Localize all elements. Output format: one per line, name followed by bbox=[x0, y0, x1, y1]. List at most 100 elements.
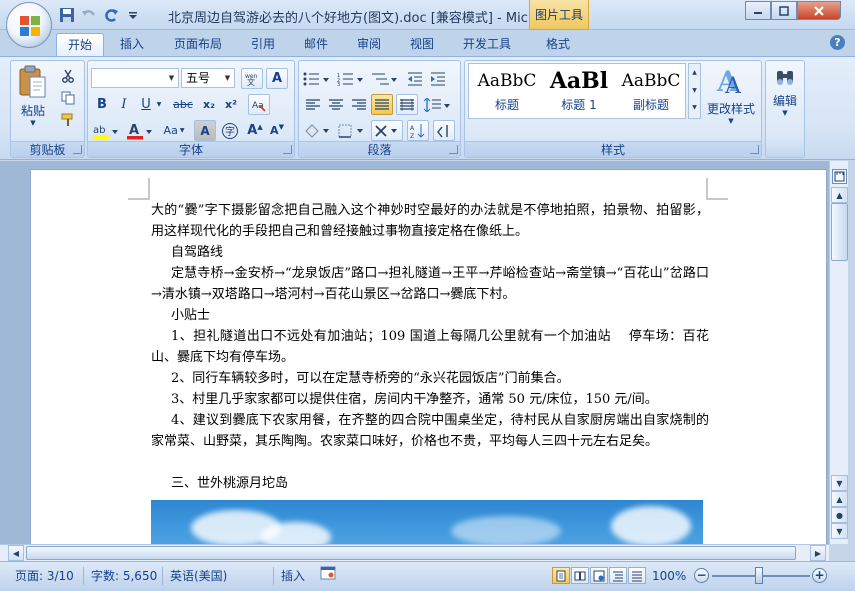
font-name-combo[interactable]: ▼ bbox=[91, 68, 179, 88]
zoom-level[interactable]: 100% bbox=[652, 566, 686, 586]
undo-icon[interactable] bbox=[80, 6, 98, 24]
style-subtitle[interactable]: AaBbC 副标题 bbox=[616, 66, 686, 116]
view-ruler-button[interactable] bbox=[832, 169, 847, 184]
format-painter-button[interactable] bbox=[57, 109, 79, 130]
scroll-down-button[interactable]: ▼ bbox=[831, 475, 848, 491]
font-size-combo[interactable]: 五号 ▼ bbox=[181, 68, 235, 88]
distributed-button[interactable] bbox=[396, 94, 418, 115]
chevron-up-icon[interactable]: ▲ bbox=[689, 64, 700, 82]
shading-button[interactable] bbox=[302, 120, 332, 141]
increase-indent-button[interactable] bbox=[427, 68, 449, 89]
underline-dropdown[interactable]: ▼ bbox=[154, 94, 164, 115]
font-color-button[interactable]: A bbox=[125, 120, 155, 141]
align-center-button[interactable] bbox=[325, 94, 347, 115]
print-layout-view-button[interactable] bbox=[552, 567, 570, 584]
zoom-in-button[interactable]: + bbox=[812, 568, 827, 583]
scroll-thumb[interactable] bbox=[831, 203, 848, 261]
text-highlight-button[interactable]: ab bbox=[91, 120, 121, 141]
shrink-font-button[interactable]: A ▼ bbox=[266, 120, 288, 141]
word-count[interactable]: 字数: 5,650 bbox=[91, 566, 157, 586]
cut-button[interactable] bbox=[57, 65, 79, 86]
more-styles-icon[interactable]: ▼ bbox=[689, 100, 700, 116]
bullets-button[interactable] bbox=[302, 68, 332, 89]
decrease-indent-button[interactable] bbox=[404, 68, 426, 89]
paste-button[interactable]: 粘贴 ▼ bbox=[15, 65, 51, 135]
enclose-characters-button[interactable]: 字 bbox=[219, 120, 241, 141]
sort-button[interactable]: AZ bbox=[407, 120, 429, 141]
styles-dialog-launcher[interactable] bbox=[750, 145, 759, 154]
zoom-out-button[interactable]: − bbox=[694, 568, 709, 583]
insert-mode-indicator[interactable]: 插入 bbox=[281, 566, 305, 586]
styles-gallery-scroll[interactable]: ▲ ▼ ▼ bbox=[688, 63, 701, 119]
horizontal-scrollbar[interactable]: ◀ ▶ bbox=[0, 544, 829, 561]
borders-button[interactable] bbox=[336, 120, 366, 141]
italic-button[interactable]: I bbox=[113, 94, 135, 115]
outline-view-button[interactable] bbox=[609, 567, 627, 584]
paragraph-dialog-launcher[interactable] bbox=[449, 145, 458, 154]
line-spacing-button[interactable] bbox=[423, 94, 453, 115]
tab-developer[interactable]: 开发工具 bbox=[455, 33, 519, 56]
office-button[interactable] bbox=[6, 2, 52, 48]
tab-review[interactable]: 审阅 bbox=[349, 33, 389, 56]
change-case-button[interactable]: Aa ▼ bbox=[159, 120, 189, 141]
multilevel-list-button[interactable] bbox=[370, 68, 400, 89]
scroll-left-button[interactable]: ◀ bbox=[8, 545, 24, 561]
tab-home[interactable]: 开始 bbox=[56, 33, 104, 56]
horizontal-scroll-thumb[interactable] bbox=[26, 546, 796, 560]
divider bbox=[162, 567, 163, 585]
save-icon[interactable] bbox=[58, 6, 76, 24]
maximize-button[interactable] bbox=[771, 1, 797, 20]
help-icon[interactable]: ? bbox=[830, 35, 845, 50]
phonetic-guide-button[interactable]: wen 文 bbox=[241, 68, 263, 89]
tab-insert[interactable]: 插入 bbox=[112, 33, 152, 56]
scroll-up-button[interactable]: ▲ bbox=[831, 187, 848, 203]
chevron-down-icon[interactable]: ▼ bbox=[689, 82, 700, 100]
style-heading[interactable]: AaBbC 标题 bbox=[472, 66, 542, 116]
font-dialog-launcher[interactable] bbox=[283, 145, 292, 154]
copy-button[interactable] bbox=[57, 87, 79, 108]
next-page-button[interactable]: ▼ bbox=[831, 523, 848, 539]
document-body[interactable]: 大的“爨”字下摄影留念把自己融入这个神妙时空最好的办法就是不停地拍照，拍景物、拍… bbox=[151, 200, 709, 494]
vertical-scrollbar[interactable]: ▲ ▼ ▲ ● ▼ bbox=[829, 161, 848, 544]
bold-button[interactable]: B bbox=[91, 94, 113, 115]
full-screen-reading-view-button[interactable] bbox=[571, 567, 589, 584]
change-styles-button[interactable]: AA 更改样式 ▼ bbox=[705, 65, 757, 125]
subscript-button[interactable]: x₂ bbox=[198, 94, 220, 115]
language-indicator[interactable]: 英语(美国) bbox=[170, 566, 227, 586]
clear-formatting-button[interactable]: Aa bbox=[248, 94, 270, 115]
tab-mailings[interactable]: 邮件 bbox=[296, 33, 336, 56]
tab-page-layout[interactable]: 页面布局 bbox=[166, 33, 230, 56]
customize-qat-icon[interactable] bbox=[124, 6, 142, 24]
style-heading-1[interactable]: AaBl 标题 1 bbox=[544, 66, 614, 116]
paste-dropdown-icon[interactable]: ▼ bbox=[15, 119, 51, 127]
close-button[interactable] bbox=[797, 1, 841, 20]
page-indicator[interactable]: 页面: 3/10 bbox=[15, 566, 74, 586]
document-page[interactable]: 大的“爨”字下摄影留念把自己融入这个神妙时空最好的办法就是不停地拍照，拍景物、拍… bbox=[30, 169, 827, 544]
editing-button[interactable]: 编辑 ▼ bbox=[768, 67, 802, 117]
asian-layout-button[interactable] bbox=[371, 120, 403, 141]
character-shading-button[interactable]: A bbox=[194, 120, 216, 141]
tab-view[interactable]: 视图 bbox=[402, 33, 442, 56]
grow-font-button[interactable]: A ▲ bbox=[244, 120, 266, 141]
select-browse-object-button[interactable]: ● bbox=[831, 507, 848, 523]
align-left-button[interactable] bbox=[302, 94, 324, 115]
superscript-button[interactable]: x² bbox=[220, 94, 242, 115]
minimize-button[interactable] bbox=[745, 1, 771, 20]
web-layout-view-button[interactable] bbox=[590, 567, 608, 584]
strikethrough-button[interactable]: abc bbox=[170, 94, 196, 115]
align-right-button[interactable] bbox=[348, 94, 370, 115]
numbering-button[interactable]: 123 bbox=[336, 68, 366, 89]
scroll-right-button[interactable]: ▶ bbox=[810, 545, 826, 561]
character-border-button[interactable]: A bbox=[266, 68, 288, 89]
draft-view-button[interactable] bbox=[628, 567, 646, 584]
tab-references[interactable]: 引用 bbox=[243, 33, 283, 56]
show-hide-marks-button[interactable] bbox=[433, 120, 455, 141]
tab-format[interactable]: 格式 bbox=[534, 33, 582, 56]
sky-photo[interactable] bbox=[151, 500, 703, 544]
previous-page-button[interactable]: ▲ bbox=[831, 491, 848, 507]
macro-recording-button[interactable] bbox=[320, 566, 336, 586]
redo-icon[interactable] bbox=[102, 6, 120, 24]
zoom-slider-thumb[interactable] bbox=[755, 567, 763, 584]
clipboard-dialog-launcher[interactable] bbox=[73, 145, 82, 154]
justify-button[interactable] bbox=[371, 94, 393, 115]
